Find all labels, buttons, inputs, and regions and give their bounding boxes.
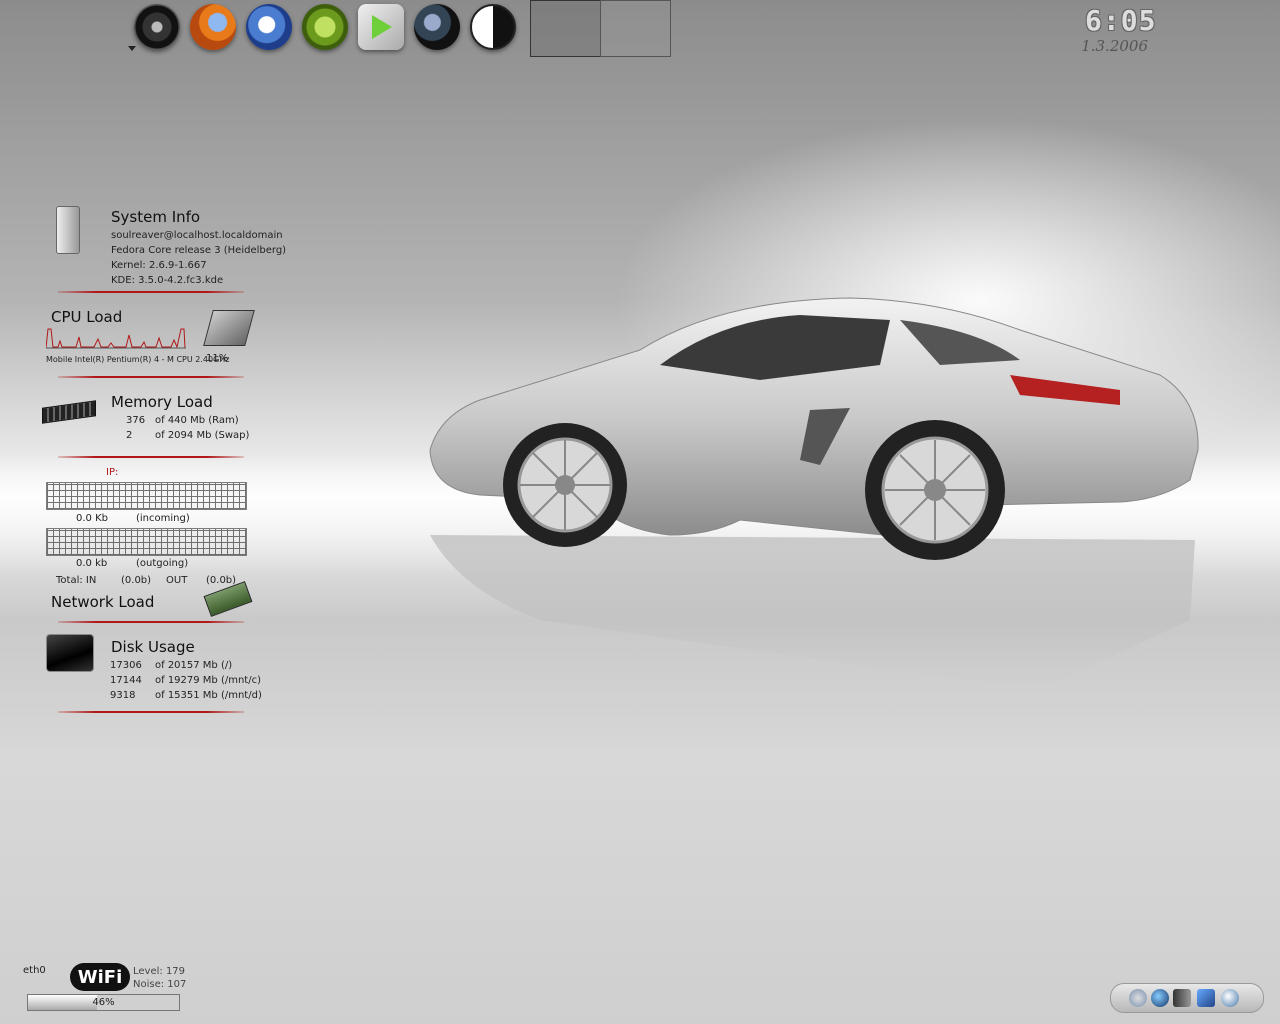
total-in-value: (0.0b) [121, 575, 152, 586]
disk-used: 17144 [110, 675, 142, 686]
cpu-load-graph [46, 328, 186, 349]
wifi-quality-percent: 46% [92, 997, 115, 1008]
tire-icon[interactable] [134, 4, 180, 50]
swap-used: 2 [126, 430, 133, 441]
globe-icon[interactable] [1151, 989, 1169, 1007]
cpu-load-title: CPU Load [51, 308, 123, 326]
separator [58, 621, 244, 623]
system-tray [1110, 983, 1264, 1013]
yin-yang-icon[interactable] [470, 4, 516, 50]
cpu-load-percent: 11% [206, 353, 229, 364]
cpu-model: Mobile Intel(R) Pentium(R) 4 - M CPU 2.4… [46, 355, 230, 364]
incoming-value: 0.0 Kb [76, 513, 108, 524]
wifi-quality-bar: 46% [27, 994, 180, 1011]
cpu-chip-icon[interactable] [302, 4, 348, 50]
speaker-icon[interactable] [1129, 989, 1147, 1007]
disk-used: 17306 [110, 660, 142, 671]
kernel-version: Kernel: 2.6.9-1.667 [111, 260, 207, 271]
battery-plug-icon[interactable] [1173, 989, 1191, 1007]
separator [58, 376, 244, 378]
cpu-chip-icon [203, 310, 255, 346]
incoming-graph [46, 482, 247, 510]
desktop-pager-2[interactable] [600, 0, 671, 57]
wifi-noise: Noise: 107 [133, 979, 187, 990]
total-out-value: (0.0b) [206, 575, 237, 586]
desktop-pager-1[interactable] [530, 0, 601, 57]
network-icon[interactable] [1197, 989, 1215, 1007]
separator [58, 456, 244, 458]
firefox-icon[interactable] [190, 4, 236, 50]
ram-module-icon [42, 400, 96, 424]
total-in-label: Total: IN [56, 575, 97, 586]
gaim-icon[interactable] [414, 4, 460, 50]
network-load-title: Network Load [51, 593, 155, 611]
swap-total: of 2094 Mb (Swap) [155, 430, 250, 441]
hard-disk-icon [46, 634, 94, 672]
memory-load-title: Memory Load [111, 393, 213, 411]
disk-used: 9318 [110, 690, 136, 701]
server-tower-icon [56, 206, 80, 254]
outgoing-value: 0.0 kb [76, 558, 108, 569]
separator [58, 291, 244, 293]
thunderbird-icon[interactable] [246, 4, 292, 50]
ip-label: IP: [106, 467, 119, 478]
disk-total: of 15351 Mb (/mnt/d) [155, 690, 262, 701]
ram-total: of 440 Mb (Ram) [155, 415, 239, 426]
ram-used: 376 [126, 415, 146, 426]
clock-date: 1.3.2006 [1081, 37, 1148, 55]
kde-version: KDE: 3.5.0-4.2.fc3.kde [111, 275, 224, 286]
outgoing-label: (outgoing) [136, 558, 189, 569]
media-player-icon[interactable] [358, 4, 404, 50]
car-wallpaper [429, 297, 1199, 690]
wifi-interface: eth0 [23, 965, 46, 976]
outgoing-graph [46, 528, 247, 556]
separator [58, 711, 244, 713]
incoming-label: (incoming) [136, 513, 190, 524]
network-card-icon [203, 581, 253, 617]
wifi-logo-icon: WiFi [70, 963, 130, 991]
disk-total: of 19279 Mb (/mnt/c) [155, 675, 262, 686]
wifi-level: Level: 179 [133, 966, 186, 977]
disk-total: of 20157 Mb (/) [155, 660, 233, 671]
chevron-down-icon[interactable] [128, 46, 136, 51]
disk-usage-title: Disk Usage [111, 638, 195, 656]
clock-time: 6:05 [1085, 4, 1157, 37]
user-host: soulreaver@localhost.localdomain [111, 230, 283, 241]
total-out-label: OUT [166, 575, 188, 586]
satellite-icon[interactable] [1221, 989, 1239, 1007]
system-info-title: System Info [111, 208, 201, 226]
os-release: Fedora Core release 3 (Heidelberg) [111, 245, 287, 256]
